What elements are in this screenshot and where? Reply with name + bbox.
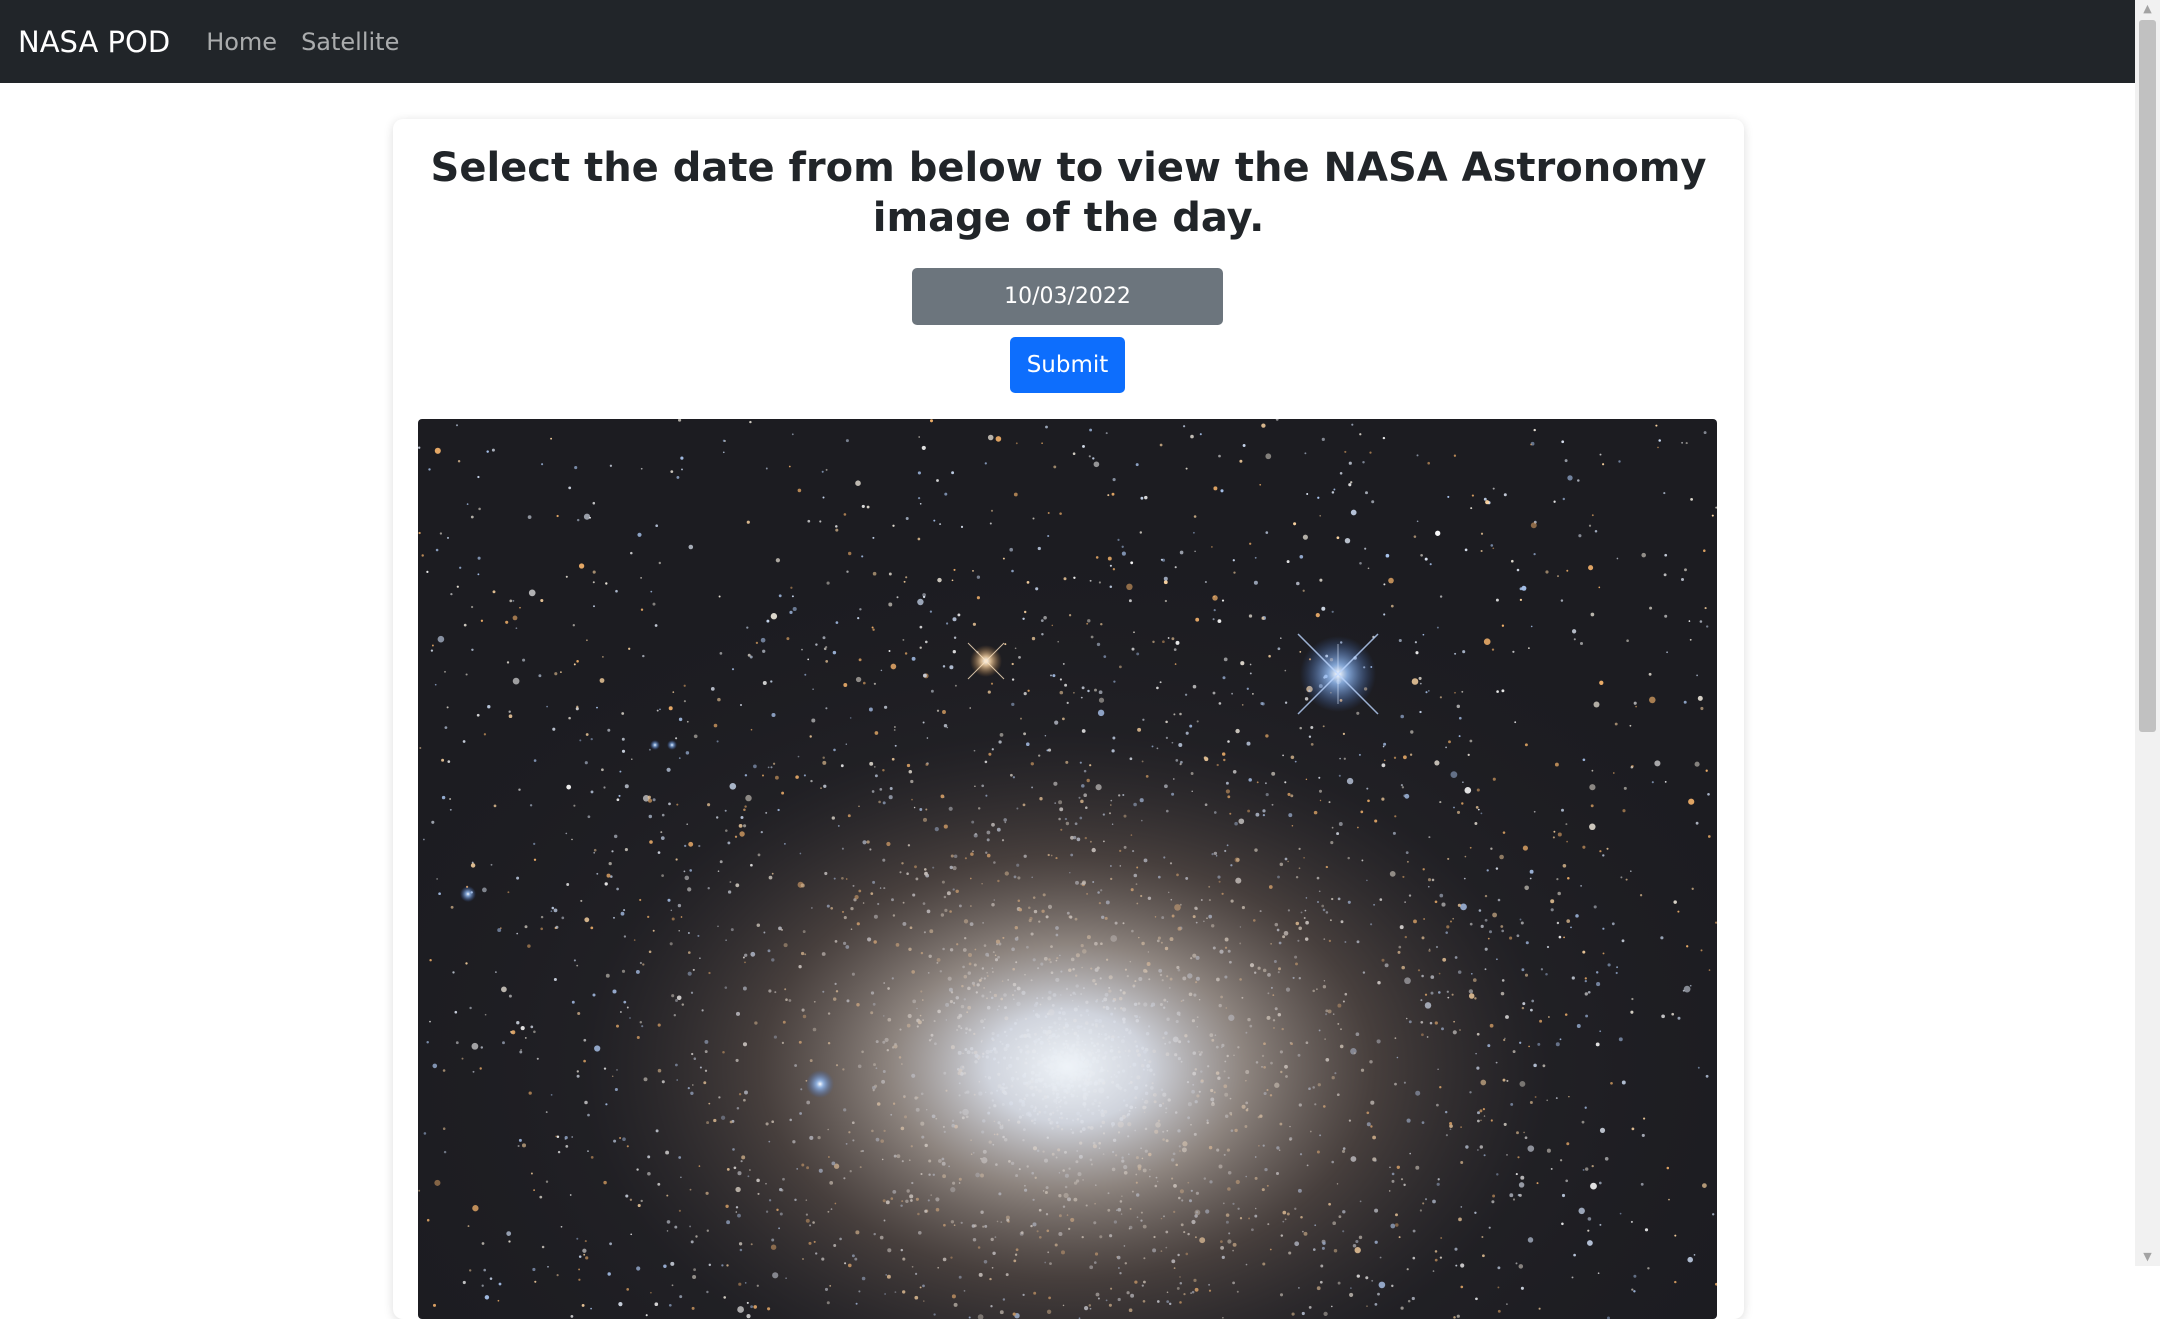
blue-star-far-left: [460, 886, 476, 902]
astronomy-image: [418, 419, 1717, 1319]
apod-card: Select the date from below to view the N…: [393, 119, 1744, 1319]
scroll-thumb[interactable]: [2139, 20, 2156, 732]
nav-link-home[interactable]: Home: [206, 28, 277, 56]
page-heading: Select the date from below to view the N…: [430, 145, 1707, 241]
navbar: NASA POD Home Satellite: [0, 0, 2135, 83]
vertical-scrollbar[interactable]: ▲ ▼: [2135, 0, 2160, 1266]
submit-button[interactable]: Submit: [1010, 337, 1125, 393]
brand-link[interactable]: NASA POD: [18, 25, 170, 59]
scroll-up-arrow-icon[interactable]: ▲: [2135, 0, 2160, 18]
blue-star-left: [806, 1070, 834, 1098]
bright-blue-star: [1297, 633, 1379, 715]
bright-warm-star: [967, 642, 1005, 680]
scroll-down-arrow-icon[interactable]: ▼: [2135, 1248, 2160, 1266]
date-input[interactable]: [912, 268, 1223, 325]
nav-link-satellite[interactable]: Satellite: [301, 28, 399, 56]
